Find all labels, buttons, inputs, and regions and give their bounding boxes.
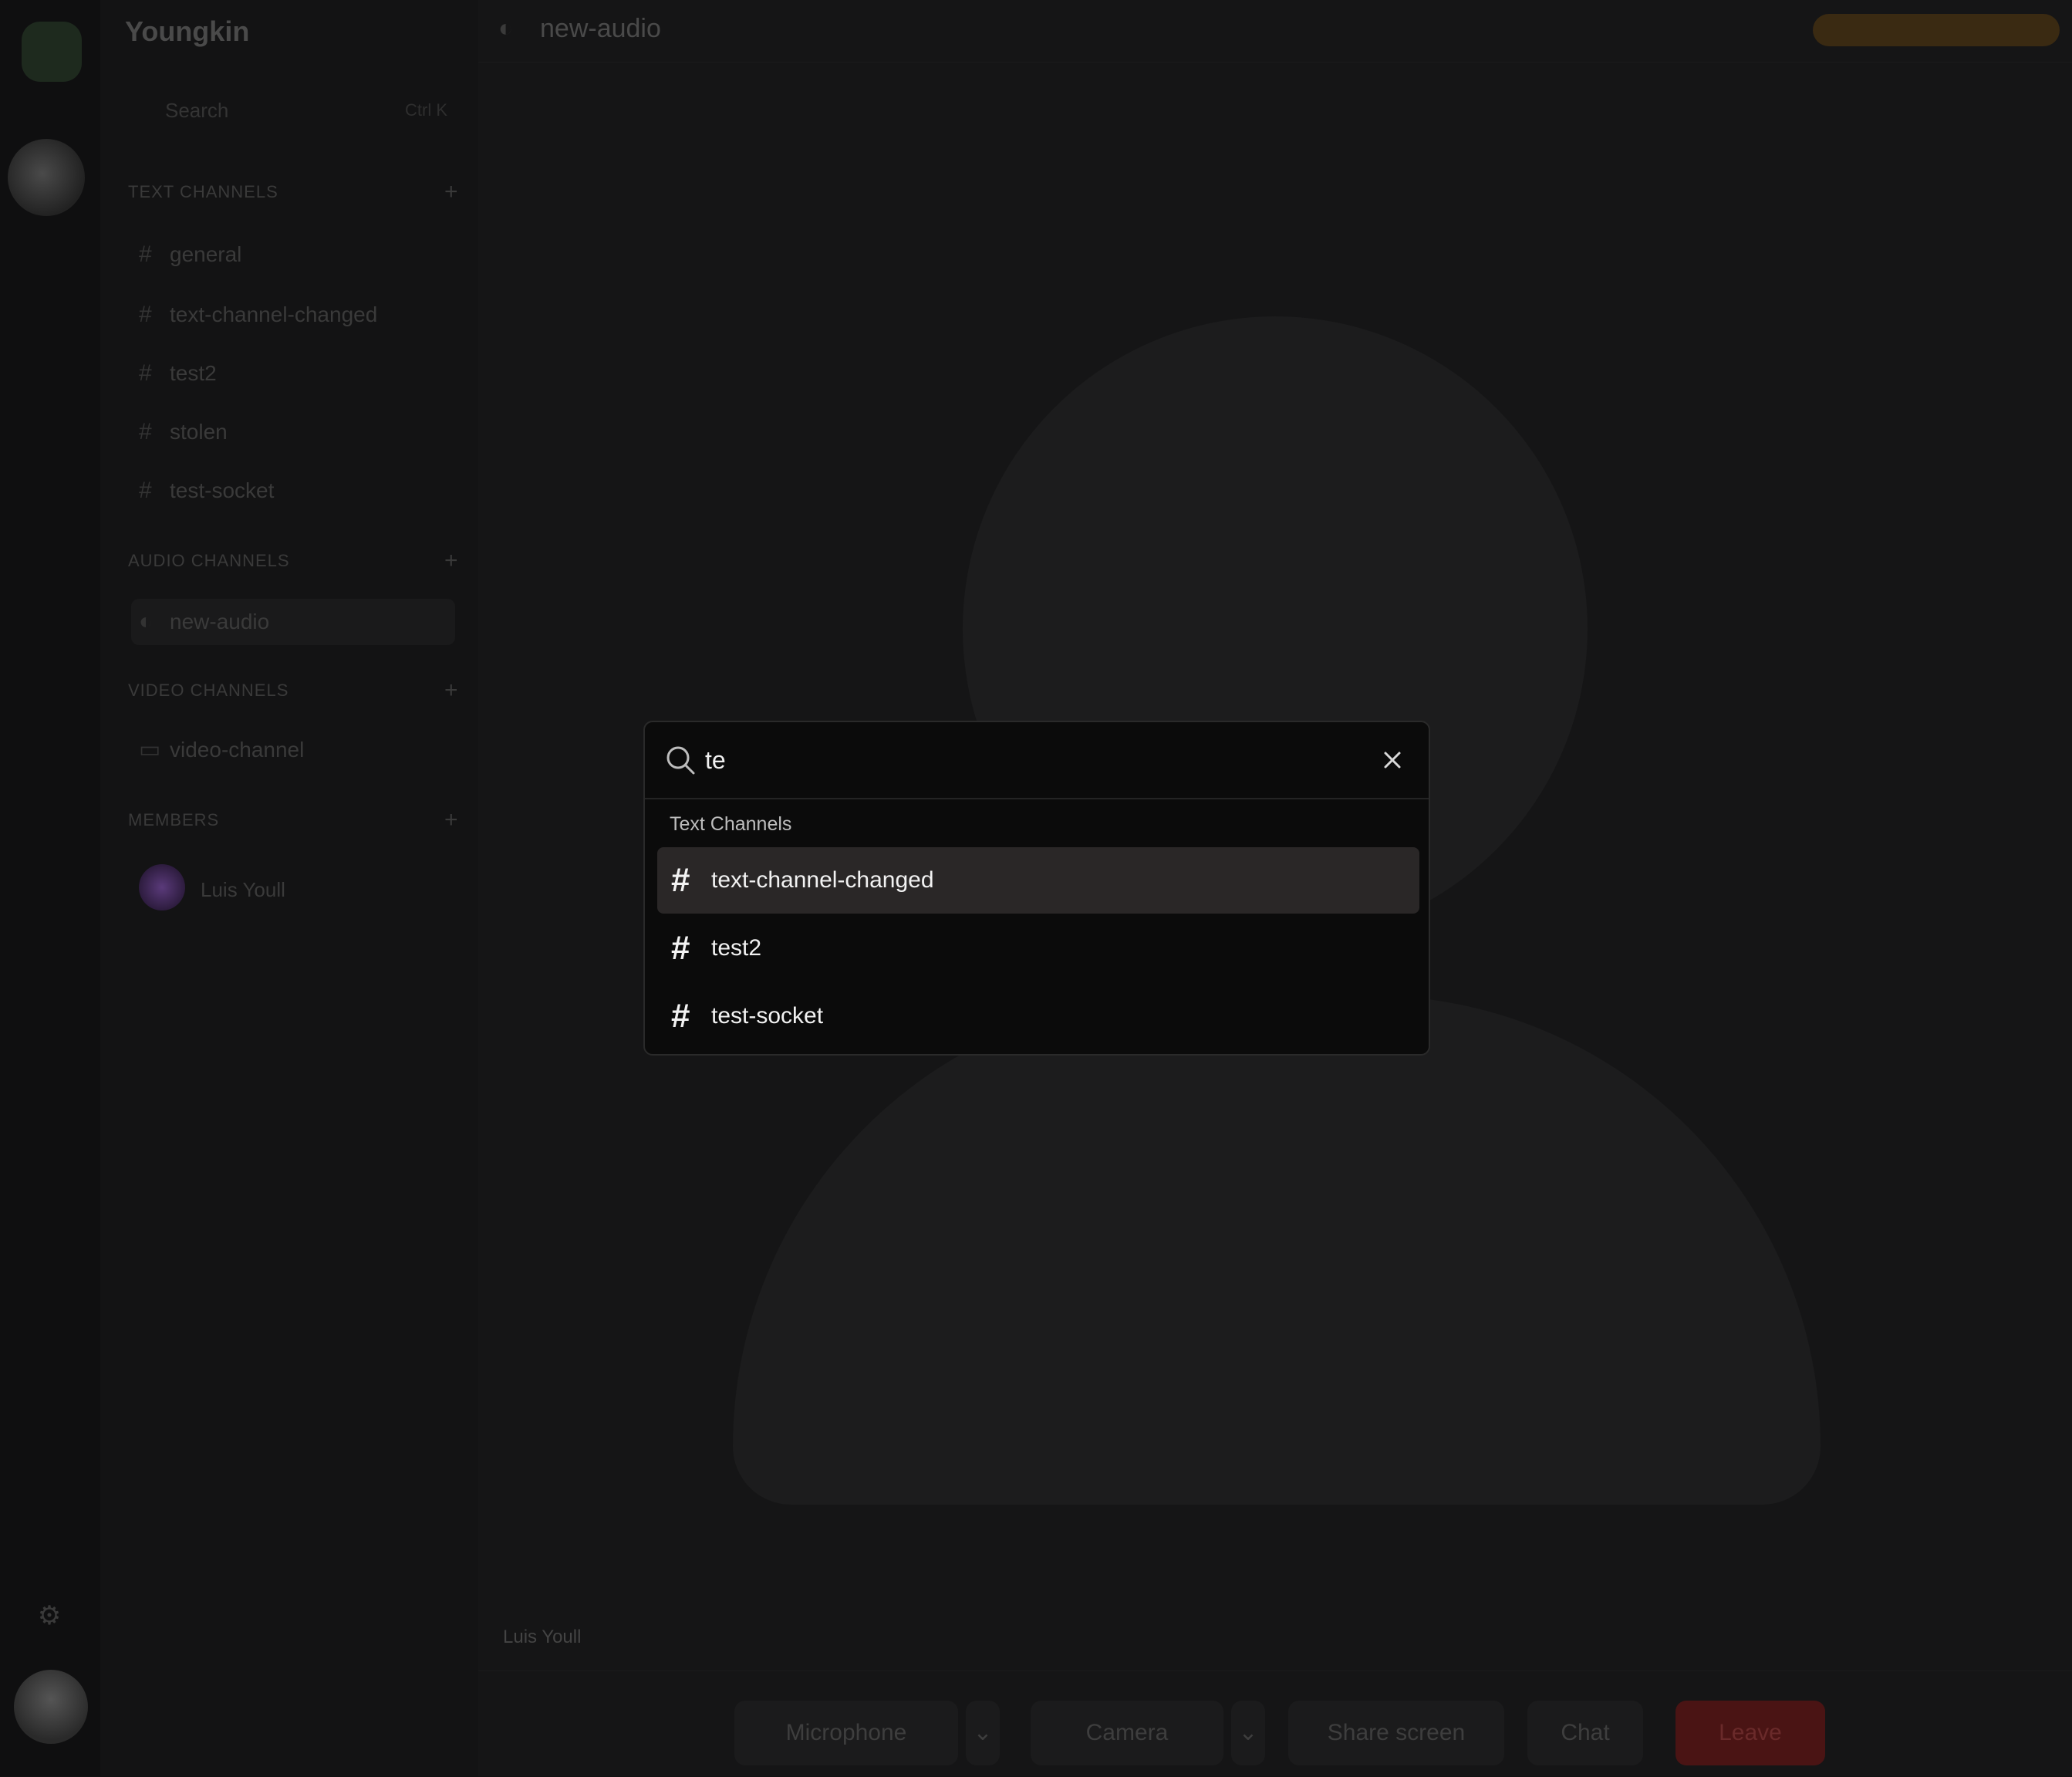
result-label: test2 bbox=[711, 935, 762, 961]
search-result-item[interactable]: # text-channel-changed bbox=[657, 847, 1419, 914]
close-icon[interactable] bbox=[1379, 747, 1406, 773]
hash-icon: # bbox=[671, 997, 690, 1035]
hash-icon: # bbox=[671, 929, 690, 967]
search-icon bbox=[666, 746, 695, 775]
search-result-item[interactable]: # test2 bbox=[657, 915, 1419, 981]
channel-search-modal: Text Channels # text-channel-changed # t… bbox=[643, 721, 1430, 1056]
result-label: text-channel-changed bbox=[711, 867, 934, 893]
hash-icon: # bbox=[671, 861, 690, 899]
result-label: test-socket bbox=[711, 1003, 824, 1029]
results-group-label: Text Channels bbox=[670, 813, 792, 835]
modal-search-bar bbox=[645, 722, 1429, 799]
search-input[interactable] bbox=[705, 739, 1338, 781]
search-result-item[interactable]: # test-socket bbox=[657, 983, 1419, 1049]
